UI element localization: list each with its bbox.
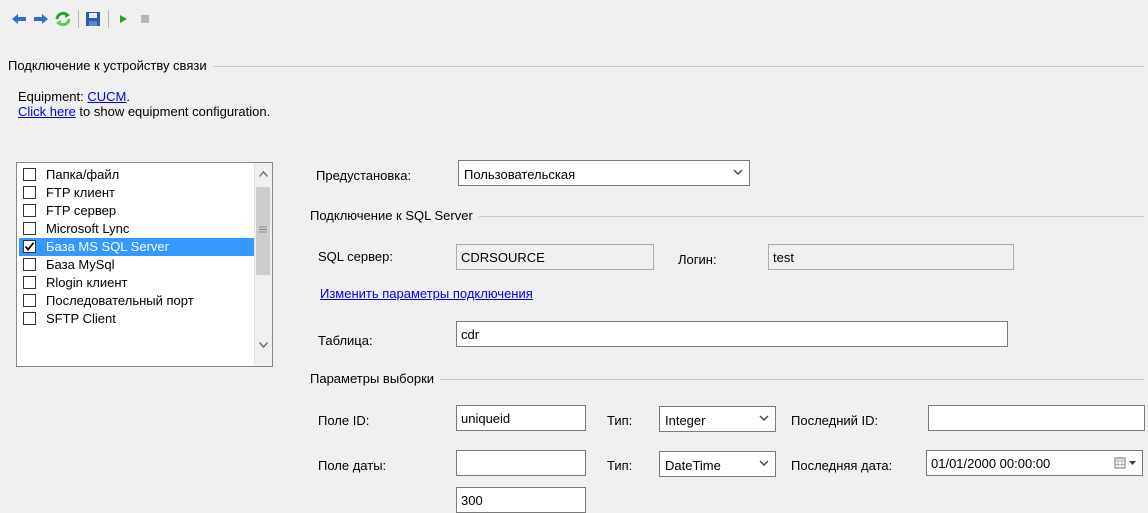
list-item[interactable]: Microsoft Lync [19, 220, 255, 238]
toolbar-separator [78, 10, 79, 28]
checkbox[interactable] [23, 276, 36, 289]
list-item[interactable]: База MySql [19, 256, 255, 274]
sql-server-label: SQL сервер: [318, 249, 393, 264]
list-item[interactable]: Последовательный порт [19, 292, 255, 310]
save-icon [86, 12, 100, 26]
checkbox-checked[interactable] [23, 240, 36, 253]
date-field-label: Поле даты: [318, 458, 387, 473]
scrollbar-thumb[interactable] [256, 187, 270, 275]
date-type-select[interactable]: DateTime [659, 451, 776, 477]
list-item[interactable]: Rlogin клиент [19, 274, 255, 292]
last-date-value: 01/01/2000 00:00:00 [931, 456, 1051, 471]
grip-icon [259, 226, 267, 233]
id-type-select[interactable]: Integer [659, 406, 776, 432]
chevron-down-icon [759, 415, 769, 421]
back-button[interactable] [8, 8, 30, 30]
forward-button[interactable] [30, 8, 52, 30]
list-item[interactable]: FTP клиент [19, 184, 255, 202]
play-icon [120, 15, 127, 23]
id-field-input[interactable]: uniqueid [456, 405, 586, 431]
chevron-down-icon [759, 460, 769, 466]
last-id-field[interactable] [928, 405, 1145, 431]
equipment-info: Equipment: CUCM. [18, 89, 130, 104]
source-type-list[interactable]: Папка/файл FTP клиент FTP сервер Microso… [16, 162, 273, 367]
chevron-down-icon[interactable] [259, 342, 268, 348]
toolbar-separator [108, 10, 109, 28]
date-type-label: Тип: [607, 458, 633, 473]
checkmark-icon [24, 242, 35, 251]
id-field-label: Поле ID: [318, 413, 370, 428]
sql-server-field[interactable]: CDRSOURCE [456, 244, 654, 270]
checkbox[interactable] [23, 312, 36, 325]
login-label: Логин: [678, 252, 717, 267]
list-item[interactable]: Папка/файл [19, 166, 255, 184]
preset-select[interactable]: Пользовательская [458, 160, 750, 186]
list-scrollbar[interactable] [254, 163, 272, 366]
stop-icon [141, 15, 149, 23]
change-connection-link[interactable]: Изменить параметры подключения [320, 286, 533, 301]
checkbox[interactable] [23, 204, 36, 217]
show-configuration-text: Click here to show equipment configurati… [18, 104, 270, 119]
next-row-field[interactable]: 300 [456, 487, 586, 513]
show-configuration-suffix: to show equipment configuration. [75, 104, 271, 119]
list-item[interactable]: FTP сервер [19, 202, 255, 220]
checkbox[interactable] [23, 294, 36, 307]
show-configuration-link[interactable]: Click here [18, 104, 76, 119]
date-field-input[interactable] [456, 450, 586, 476]
checkbox[interactable] [23, 186, 36, 199]
arrow-left-icon [12, 14, 26, 24]
table-label: Таблица: [318, 333, 373, 348]
date-type-value: DateTime [665, 458, 721, 473]
last-date-label: Последняя дата: [791, 458, 893, 473]
checkbox[interactable] [23, 222, 36, 235]
sql-group-title: Подключение к SQL Server [310, 208, 479, 223]
preset-label: Предустановка: [316, 168, 412, 183]
chevron-up-icon[interactable] [259, 171, 268, 177]
chevron-down-icon [733, 169, 743, 175]
checkbox[interactable] [23, 168, 36, 181]
refresh-icon [55, 11, 71, 27]
refresh-button[interactable] [52, 8, 74, 30]
list-item-selected[interactable]: База MS SQL Server [19, 238, 255, 256]
save-button[interactable] [82, 8, 104, 30]
connection-group-title: Подключение к устройству связи [8, 58, 213, 73]
last-id-label: Последний ID: [791, 413, 879, 428]
equipment-prefix: Equipment: [18, 89, 88, 104]
equipment-link[interactable]: CUCM [87, 89, 126, 104]
stop-button[interactable] [134, 8, 156, 30]
table-field[interactable]: cdr [456, 321, 1008, 347]
arrow-right-icon [34, 14, 48, 24]
last-date-picker[interactable]: 01/01/2000 00:00:00 [926, 450, 1143, 476]
list-item[interactable]: SFTP Client [19, 310, 255, 328]
calendar-dropdown-icon[interactable] [1114, 457, 1138, 469]
checkbox[interactable] [23, 258, 36, 271]
id-type-label: Тип: [607, 413, 633, 428]
login-field[interactable]: test [768, 244, 1014, 270]
selection-group-title: Параметры выборки [310, 371, 441, 386]
preset-value: Пользовательская [464, 167, 576, 182]
equipment-suffix: . [126, 89, 130, 104]
start-button[interactable] [112, 8, 134, 30]
id-type-value: Integer [665, 413, 706, 428]
